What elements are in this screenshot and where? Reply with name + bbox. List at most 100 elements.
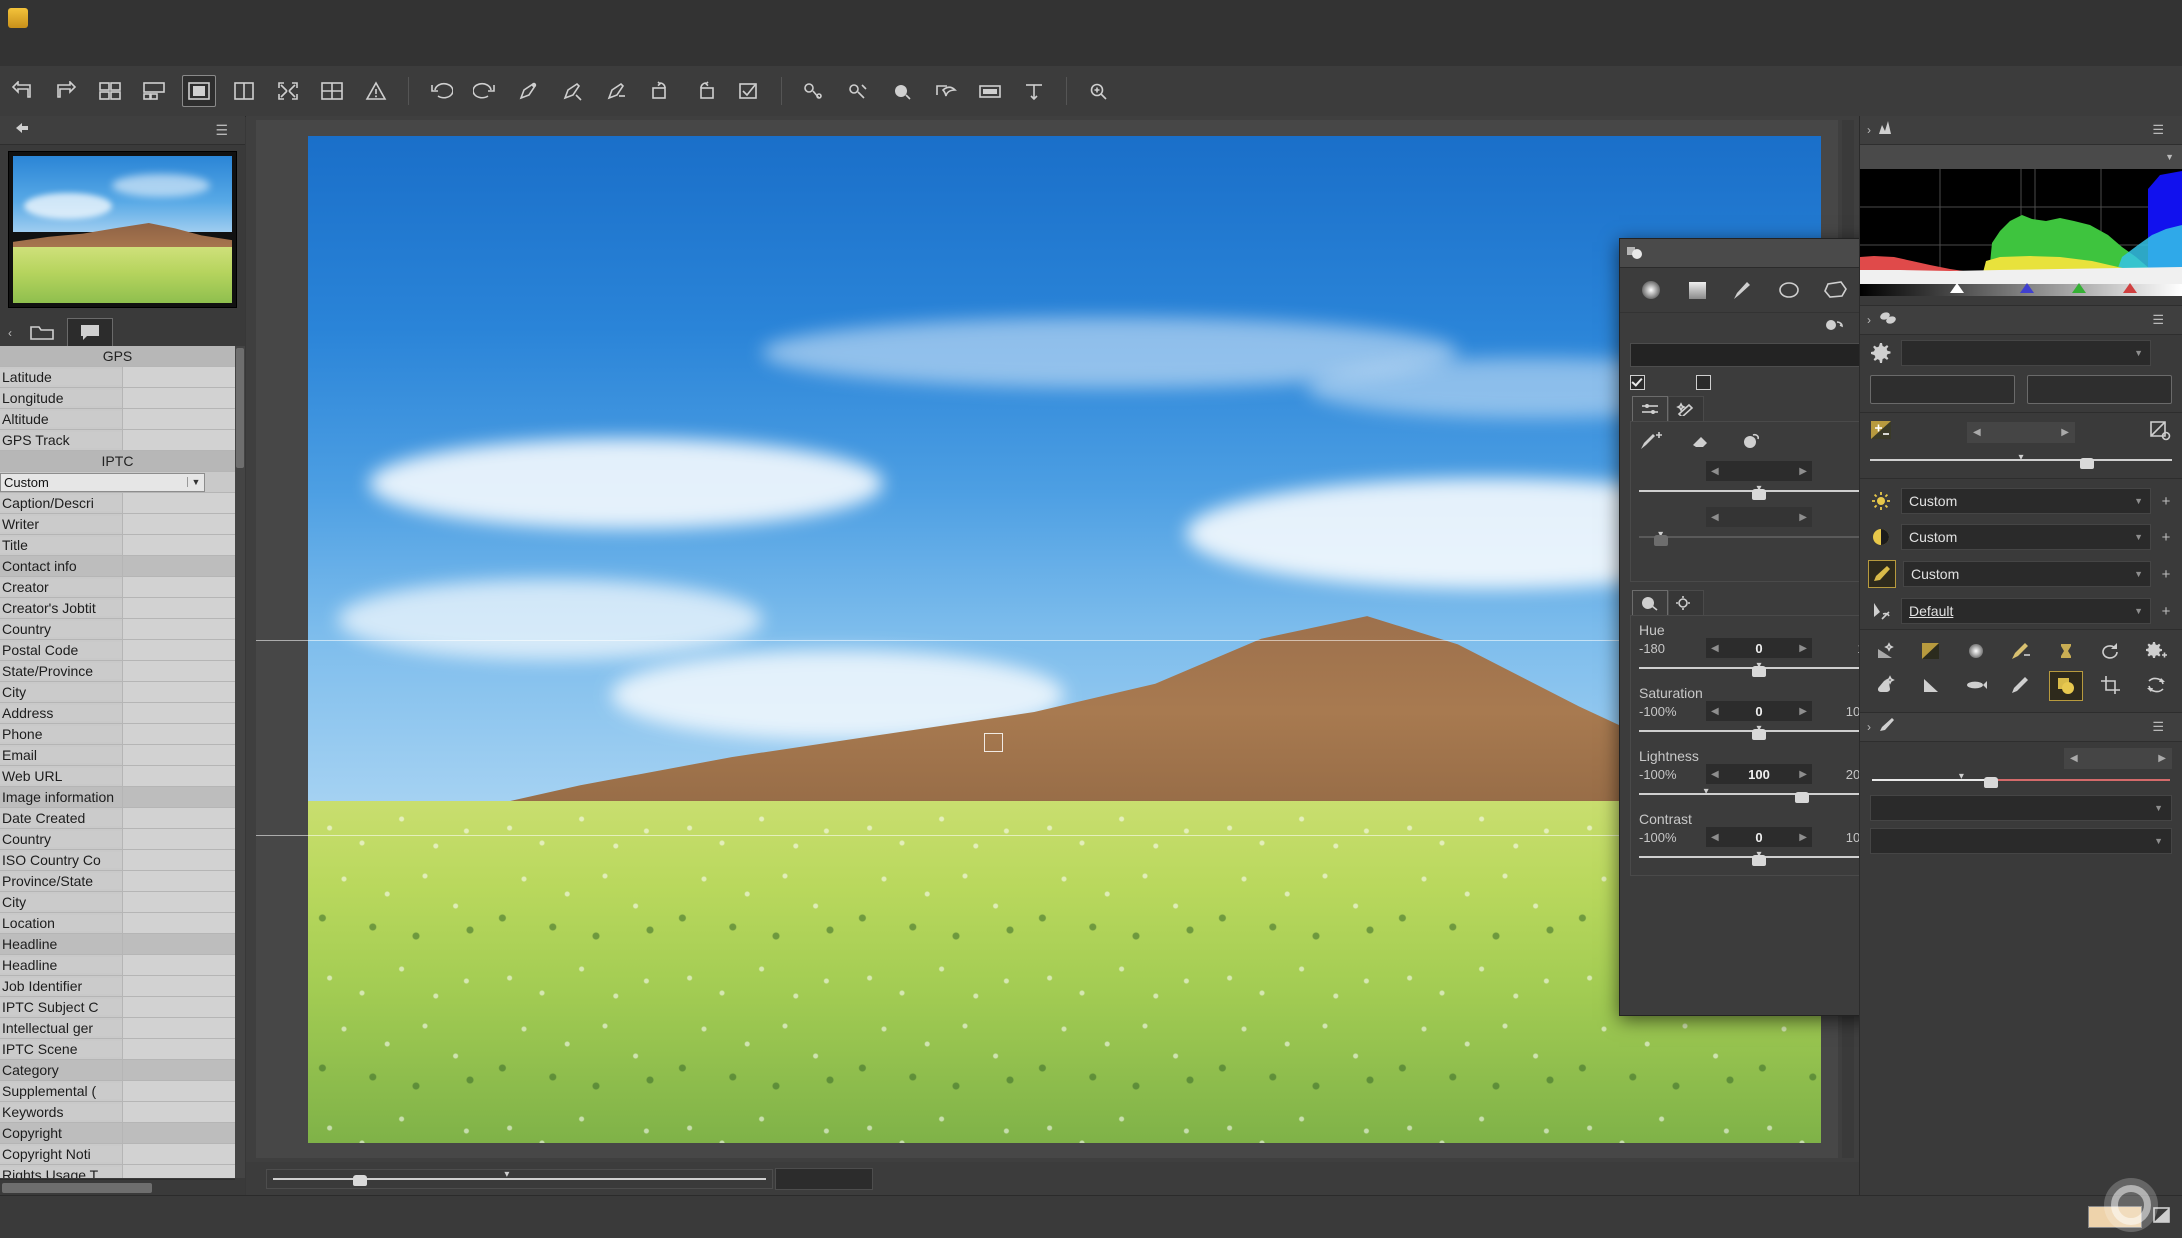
increment-icon[interactable]: ▶: [2158, 753, 2166, 764]
single-view-icon[interactable]: [182, 75, 216, 107]
metadata-value[interactable]: [122, 1123, 235, 1143]
metadata-value[interactable]: [122, 619, 235, 639]
feather-track[interactable]: ▾: [1639, 483, 1879, 500]
lightness-knob[interactable]: [1795, 792, 1810, 803]
rotate-reset-icon[interactable]: [2095, 637, 2127, 665]
metadata-value[interactable]: [122, 787, 235, 807]
metadata-value[interactable]: [122, 1018, 235, 1038]
partial-correction-header[interactable]: ☰: [1620, 239, 1898, 268]
ellipse-icon[interactable]: [1766, 273, 1812, 307]
menu-parameters[interactable]: [92, 48, 114, 54]
taste-select[interactable]: ▼: [1901, 340, 2151, 366]
saturation-knob[interactable]: [1752, 729, 1766, 740]
exposure-value-field[interactable]: ◀ ▶: [1967, 422, 2075, 443]
decrement-icon[interactable]: ◀: [1711, 769, 1719, 780]
metadata-value[interactable]: [122, 976, 235, 996]
lightness-slider[interactable]: Lightness-100%◀100▶200%▾: [1639, 748, 1879, 803]
copy-params-icon[interactable]: [798, 76, 830, 106]
saturation-value-field[interactable]: ◀ ▶: [2064, 748, 2172, 769]
wand-tab-icon[interactable]: [1668, 396, 1704, 421]
exposure-reset-icon[interactable]: [2148, 419, 2172, 446]
zoom-slider-knob[interactable]: [352, 1175, 367, 1186]
metadata-value[interactable]: [122, 598, 235, 618]
metadata-value[interactable]: [122, 577, 235, 597]
saturation-track[interactable]: ▾: [1639, 723, 1879, 740]
zoom-slider[interactable]: ▾: [266, 1169, 773, 1189]
marker2-icon[interactable]: [557, 76, 589, 106]
lightness-value-field[interactable]: ◀ 100 ▶: [1706, 764, 1812, 784]
duplicate-filter-icon[interactable]: [1822, 316, 1846, 341]
metadata-value[interactable]: [122, 934, 235, 954]
saturation-slider[interactable]: Saturation-100%◀0▶100%▾: [1639, 685, 1879, 740]
metadata-value[interactable]: [122, 1144, 235, 1164]
sort-icon[interactable]: [1018, 76, 1050, 106]
metadata-value[interactable]: [122, 703, 235, 723]
menu-view[interactable]: [70, 48, 92, 54]
left-tabs-collapse-icon[interactable]: ‹: [8, 326, 12, 340]
partial-correction-dialog[interactable]: ☰: [1619, 238, 1899, 1016]
rotate-right-icon[interactable]: [689, 76, 721, 106]
feather-value-field[interactable]: ◀ ▶: [1706, 461, 1812, 481]
histogram-collapse-icon[interactable]: ›: [1867, 123, 1871, 137]
rotate-icon[interactable]: [2140, 671, 2172, 699]
lightness-track[interactable]: ▾: [1639, 786, 1879, 803]
navigator-thumbnail[interactable]: [8, 151, 237, 308]
color-adjust-tab-icon[interactable]: [1632, 590, 1668, 615]
panel-menu-icon[interactable]: ☰: [2152, 312, 2164, 328]
increment-icon[interactable]: ▶: [1799, 643, 1807, 654]
enable-checkbox[interactable]: [1630, 375, 1650, 390]
sharpness-select[interactable]: Default ▼: [1901, 598, 2151, 624]
warning-icon[interactable]: [360, 76, 392, 106]
partial-correction-icon[interactable]: [2048, 671, 2083, 701]
tone-select[interactable]: Custom ▼: [1901, 524, 2151, 550]
close-button[interactable]: [2136, 0, 2182, 36]
metadata-value[interactable]: [122, 1102, 235, 1122]
panel-menu-icon[interactable]: ☰: [2152, 719, 2164, 735]
exposure-knob[interactable]: [2080, 458, 2095, 469]
color-picker-icon[interactable]: [2152, 1206, 2172, 1229]
paste-params-icon[interactable]: [842, 76, 874, 106]
sliders-tab-icon[interactable]: [1632, 396, 1668, 421]
marker3-icon[interactable]: [601, 76, 633, 106]
saturation-track[interactable]: ▾: [1872, 771, 2170, 788]
metadata-value[interactable]: [122, 1060, 235, 1080]
gear-icon[interactable]: [1868, 340, 1894, 366]
invert-checkbox[interactable]: [1696, 375, 1716, 390]
hue-track[interactable]: ▾: [1639, 660, 1879, 677]
contrast-knob[interactable]: [1752, 855, 1766, 866]
maximize-button[interactable]: [2090, 0, 2136, 36]
white-balance-icon[interactable]: [1868, 488, 1894, 514]
metadata-value[interactable]: [122, 1081, 235, 1101]
white-point-marker[interactable]: [1949, 283, 1964, 293]
green-marker[interactable]: [2071, 283, 2086, 293]
back-arrow-icon[interactable]: [6, 76, 38, 106]
color-adjust-icon[interactable]: [2005, 637, 2037, 665]
decrement-icon[interactable]: ◀: [2070, 753, 2078, 764]
eraser-icon[interactable]: [1689, 431, 1713, 456]
smudge-icon[interactable]: [1739, 431, 1763, 456]
contrast-value-field[interactable]: ◀ 0 ▶: [1706, 827, 1812, 847]
metadata-value[interactable]: [122, 955, 235, 975]
add-brush-icon[interactable]: [1639, 431, 1663, 456]
circular-gradient-icon[interactable]: [1628, 273, 1674, 307]
rotate-left-icon[interactable]: [645, 76, 677, 106]
increment-icon[interactable]: ▶: [1799, 706, 1807, 717]
metadata-value[interactable]: [122, 892, 235, 912]
menu-tools[interactable]: [48, 48, 70, 54]
metadata-tab[interactable]: [67, 318, 113, 348]
metadata-value[interactable]: [122, 850, 235, 870]
gradual-filter-line-top[interactable]: [256, 640, 1838, 641]
menu-edit[interactable]: [26, 48, 48, 54]
multi-view-icon[interactable]: [316, 76, 348, 106]
redo-icon[interactable]: [469, 76, 501, 106]
compare-view-icon[interactable]: [228, 76, 260, 106]
image-canvas[interactable]: [256, 120, 1838, 1158]
metadata-value[interactable]: [122, 430, 235, 450]
feather-knob[interactable]: [1752, 489, 1766, 500]
hue-value-field[interactable]: ◀ 0 ▶: [1706, 638, 1812, 658]
crop-icon[interactable]: [2095, 671, 2127, 699]
add-preset-icon[interactable]: +: [2158, 566, 2174, 583]
panel-menu-icon[interactable]: ☰: [215, 122, 228, 139]
square-gradient-icon[interactable]: [1674, 273, 1720, 307]
print-icon[interactable]: [974, 76, 1006, 106]
